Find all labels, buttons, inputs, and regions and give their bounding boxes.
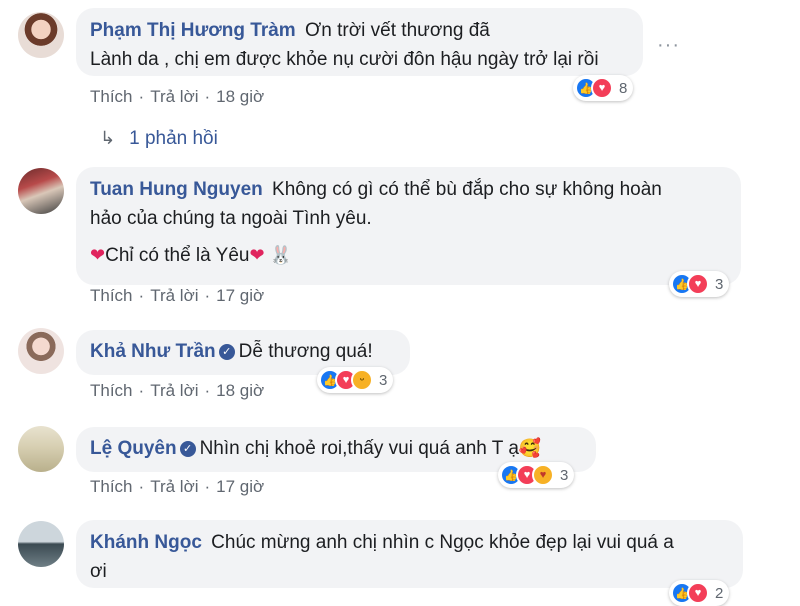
avatar[interactable] — [18, 426, 64, 472]
reply-link[interactable]: Trả lời — [150, 286, 198, 305]
reaction-count: 3 — [715, 275, 724, 293]
avatar[interactable] — [18, 521, 64, 567]
comment-actions: Thích · Trả lời · 18 giờ — [90, 87, 265, 106]
avatar[interactable] — [18, 328, 64, 374]
view-replies-link[interactable]: ↳ 1 phản hồi — [100, 128, 218, 150]
like-link[interactable]: Thích — [90, 87, 133, 106]
reply-link[interactable]: Trả lời — [150, 381, 198, 400]
reaction-count: 3 — [379, 371, 388, 389]
comment-author[interactable]: Khánh Ngọc — [90, 532, 202, 553]
comment-text: Dễ thương quá! — [238, 341, 373, 362]
reply-link[interactable]: Trả lời — [150, 87, 198, 106]
comment-author[interactable]: Khả Như Trần — [90, 341, 216, 362]
smiling-hearts-emoji-icon: 🥰 — [518, 438, 542, 458]
love-reaction-icon: ♥ — [687, 273, 709, 295]
bunny-emoji-icon: 🐰 — [269, 245, 293, 265]
comment-text: Nhìn chị khoẻ roi,thấy vui quá anh T ạ — [199, 438, 519, 459]
comment-text: ơi — [90, 561, 107, 582]
like-link[interactable]: Thích — [90, 286, 133, 305]
comment-bubble: Phạm Thị Hương Tràm Ơn trời vết thương đ… — [76, 8, 643, 76]
care-reaction-icon: ♥ — [532, 464, 554, 486]
comment-actions: Thích · Trả lời · 17 giờ — [90, 477, 265, 496]
comment-text: Chúc mừng anh chị nhìn c Ngọc khỏe đẹp l… — [211, 532, 674, 553]
comment-author[interactable]: Lệ Quyên — [90, 438, 177, 459]
like-link[interactable]: Thích — [90, 477, 133, 496]
avatar[interactable] — [18, 12, 64, 58]
comment-text: Chỉ có thể là Yêu — [105, 245, 250, 266]
haha-reaction-icon: ᵕ — [351, 369, 373, 391]
timestamp[interactable]: 18 giờ — [216, 87, 264, 106]
avatar[interactable] — [18, 168, 64, 214]
love-reaction-icon: ♥ — [687, 582, 709, 604]
comment-actions: Thích · Trả lời · 17 giờ — [90, 286, 265, 305]
reaction-summary[interactable]: 👍 ♥ 2 — [669, 580, 730, 606]
love-reaction-icon: ♥ — [591, 77, 613, 99]
comment-text: Lành da , chị em được khỏe nụ cười đôn h… — [90, 49, 599, 70]
timestamp[interactable]: 17 giờ — [216, 477, 264, 496]
timestamp[interactable]: 18 giờ — [216, 381, 264, 400]
verified-badge-icon: ✓ — [179, 441, 196, 457]
reaction-summary[interactable]: 👍 ♥ 8 — [573, 75, 634, 101]
comment-actions: Thích · Trả lời · 18 giờ — [90, 381, 265, 400]
comment-text: Ơn trời vết thương đã — [304, 20, 490, 41]
comment-author[interactable]: Phạm Thị Hương Tràm — [90, 20, 296, 41]
comment-text: hảo của chúng ta ngoài Tình yêu. — [90, 208, 372, 229]
reply-arrow-icon: ↳ — [100, 128, 116, 148]
comment-bubble: Tuan Hung Nguyen Không có gì có thể bù đ… — [76, 167, 741, 285]
reply-link[interactable]: Trả lời — [150, 477, 198, 496]
comment-author[interactable]: Tuan Hung Nguyen — [90, 179, 263, 200]
comment-text: Không có gì có thể bù đắp cho sự không h… — [272, 179, 662, 200]
reaction-summary[interactable]: 👍 ♥ ᵕ 3 — [317, 367, 394, 393]
heart-emoji-icon: ❤ — [249, 245, 265, 265]
reaction-summary[interactable]: 👍 ♥ ♥ 3 — [498, 462, 575, 488]
replies-count[interactable]: 1 phản hồi — [129, 128, 218, 149]
heart-emoji-icon: ❤ — [90, 245, 106, 265]
more-options-icon[interactable]: ··· — [657, 34, 680, 57]
like-link[interactable]: Thích — [90, 381, 133, 400]
reaction-summary[interactable]: 👍 ♥ 3 — [669, 271, 730, 297]
timestamp[interactable]: 17 giờ — [216, 286, 264, 305]
comment-bubble: Khánh Ngọc Chúc mừng anh chị nhìn c Ngọc… — [76, 520, 743, 588]
reaction-count: 8 — [619, 79, 628, 97]
reaction-count: 2 — [715, 584, 724, 602]
reaction-count: 3 — [560, 466, 569, 484]
verified-badge-icon: ✓ — [218, 344, 235, 360]
